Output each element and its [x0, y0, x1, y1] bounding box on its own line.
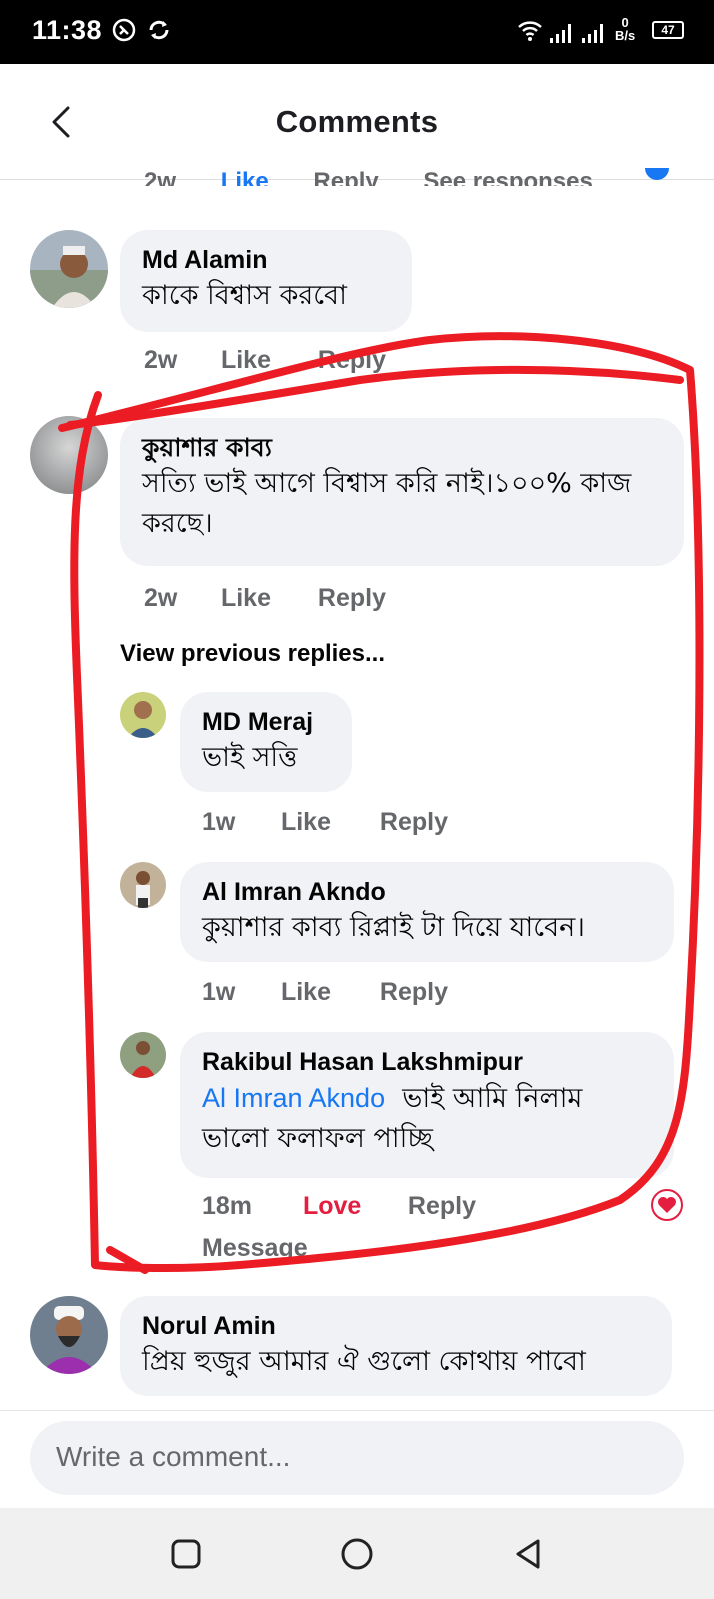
reaction-icon	[645, 168, 669, 180]
avatar-md-meraj[interactable]	[120, 692, 166, 738]
reply-author[interactable]: Al Imran Akndo	[202, 876, 652, 908]
reply-bubble: Al Imran Akndo কুয়াশার কাব্য রিপ্লাই টা…	[180, 862, 674, 962]
comment-bubble: Norul Amin প্রিয় হুজুর আমার ঐ গুলো কোথা…	[120, 1296, 672, 1396]
avatar-md-alamin[interactable]	[30, 230, 108, 308]
cutoff-reply[interactable]: Reply	[313, 170, 378, 186]
comments-header: Comments	[0, 64, 714, 180]
reply-actions: 1w Like Reply	[202, 978, 448, 1007]
mention-link[interactable]: Al Imran Akndo	[202, 1083, 385, 1113]
reply-actions: 18m Love Reply	[202, 1192, 476, 1221]
comment-actions: 2w Like Reply	[144, 346, 386, 375]
comment-time: 2w	[144, 584, 178, 612]
cutoff-action-row: 2w Like Reply See responses	[144, 170, 631, 186]
reply-button[interactable]: Reply	[318, 584, 386, 613]
reply-button[interactable]: Reply	[380, 978, 448, 1007]
status-bar: 11:38 0 B/s 47	[0, 0, 714, 64]
reply-text: কুয়াশার কাব্য রিপ্লাই টা দিয়ে যাবেন।	[202, 912, 585, 943]
cutoff-time: 2w	[144, 170, 177, 186]
comment-input[interactable]: Write a comment...	[30, 1421, 684, 1495]
comment-bubble: কুয়াশার কাব্য সত্যি ভাই আগে বিশ্বাস করি…	[120, 418, 684, 566]
heart-reaction-icon	[651, 1189, 683, 1221]
reply-actions: 1w Like Reply	[202, 808, 448, 837]
avatar-norul-amin[interactable]	[30, 1296, 108, 1374]
message-action: Message	[202, 1234, 308, 1263]
system-nav-bar	[0, 1508, 714, 1599]
reply-time: 1w	[202, 978, 236, 1006]
comment-text: কাকে বিশ্বাস করবো	[142, 280, 347, 311]
signal-icon	[550, 24, 571, 43]
reply-button[interactable]: Reply	[318, 346, 386, 375]
reply-time: 1w	[202, 808, 236, 836]
comment-text: সত্যি ভাই আগে বিশ্বাস করি নাই।১০০% কাজ ক…	[142, 468, 632, 539]
comment-author[interactable]: কুয়াশার কাব্য	[142, 432, 662, 464]
blocked-circle-icon	[112, 18, 136, 42]
cutoff-like[interactable]: Like	[221, 170, 269, 186]
like-button[interactable]: Like	[281, 978, 373, 1007]
reply-bubble: Rakibul Hasan Lakshmipur Al Imran Akndo …	[180, 1032, 674, 1178]
comment-author[interactable]: Md Alamin	[142, 244, 390, 276]
like-button[interactable]: Like	[221, 346, 311, 375]
status-time: 11:38	[32, 15, 103, 45]
wifi-icon	[518, 21, 542, 41]
like-button[interactable]: Like	[221, 584, 311, 613]
reply-text: ভাই সত্তি	[202, 742, 298, 773]
battery-indicator: 47	[652, 21, 684, 39]
net-speed: 0 B/s	[615, 16, 635, 42]
avatar-al-imran-akndo[interactable]	[120, 862, 166, 908]
message-button[interactable]: Message	[202, 1234, 308, 1263]
sync-icon	[149, 20, 169, 40]
reply-button[interactable]: Reply	[380, 808, 448, 837]
comment-actions: 2w Like Reply	[144, 584, 386, 613]
back-nav-icon[interactable]	[510, 1536, 546, 1572]
reply-time: 18m	[202, 1192, 253, 1220]
reply-bubble: MD Meraj ভাই সত্তি	[180, 692, 352, 792]
reply-author[interactable]: Rakibul Hasan Lakshmipur	[202, 1046, 652, 1078]
reply-text: Al Imran Akndo ভাই আমি নিলাম ভালো ফলাফল …	[202, 1078, 652, 1159]
cutoff-see-responses[interactable]: See responses	[423, 170, 592, 186]
home-nav-icon[interactable]	[339, 1536, 375, 1572]
comment-composer-area: Write a comment...	[0, 1410, 714, 1508]
page-title: Comments	[275, 104, 439, 139]
comment-time: 2w	[144, 346, 178, 374]
signal-icon-2	[582, 24, 603, 43]
square-nav-icon[interactable]	[168, 1536, 204, 1572]
comment-bubble: Md Alamin কাকে বিশ্বাস করবো	[120, 230, 412, 332]
avatar-rakibul-hasan[interactable]	[120, 1032, 166, 1078]
reply-button[interactable]: Reply	[408, 1192, 476, 1221]
avatar-kuashar-kabbo[interactable]	[30, 416, 108, 494]
comment-text: প্রিয় হুজুর আমার ঐ গুলো কোথায় পাবো	[142, 1346, 586, 1377]
love-button[interactable]: Love	[303, 1192, 401, 1221]
like-button[interactable]: Like	[281, 808, 373, 837]
view-previous-replies-link[interactable]: View previous replies...	[120, 640, 385, 668]
reply-author[interactable]: MD Meraj	[202, 706, 330, 738]
comment-author[interactable]: Norul Amin	[142, 1310, 650, 1342]
net-speed-unit: B/s	[615, 28, 636, 43]
screen: 11:38 0 B/s 47 Comments 2w Like Reply Se…	[0, 0, 714, 1599]
